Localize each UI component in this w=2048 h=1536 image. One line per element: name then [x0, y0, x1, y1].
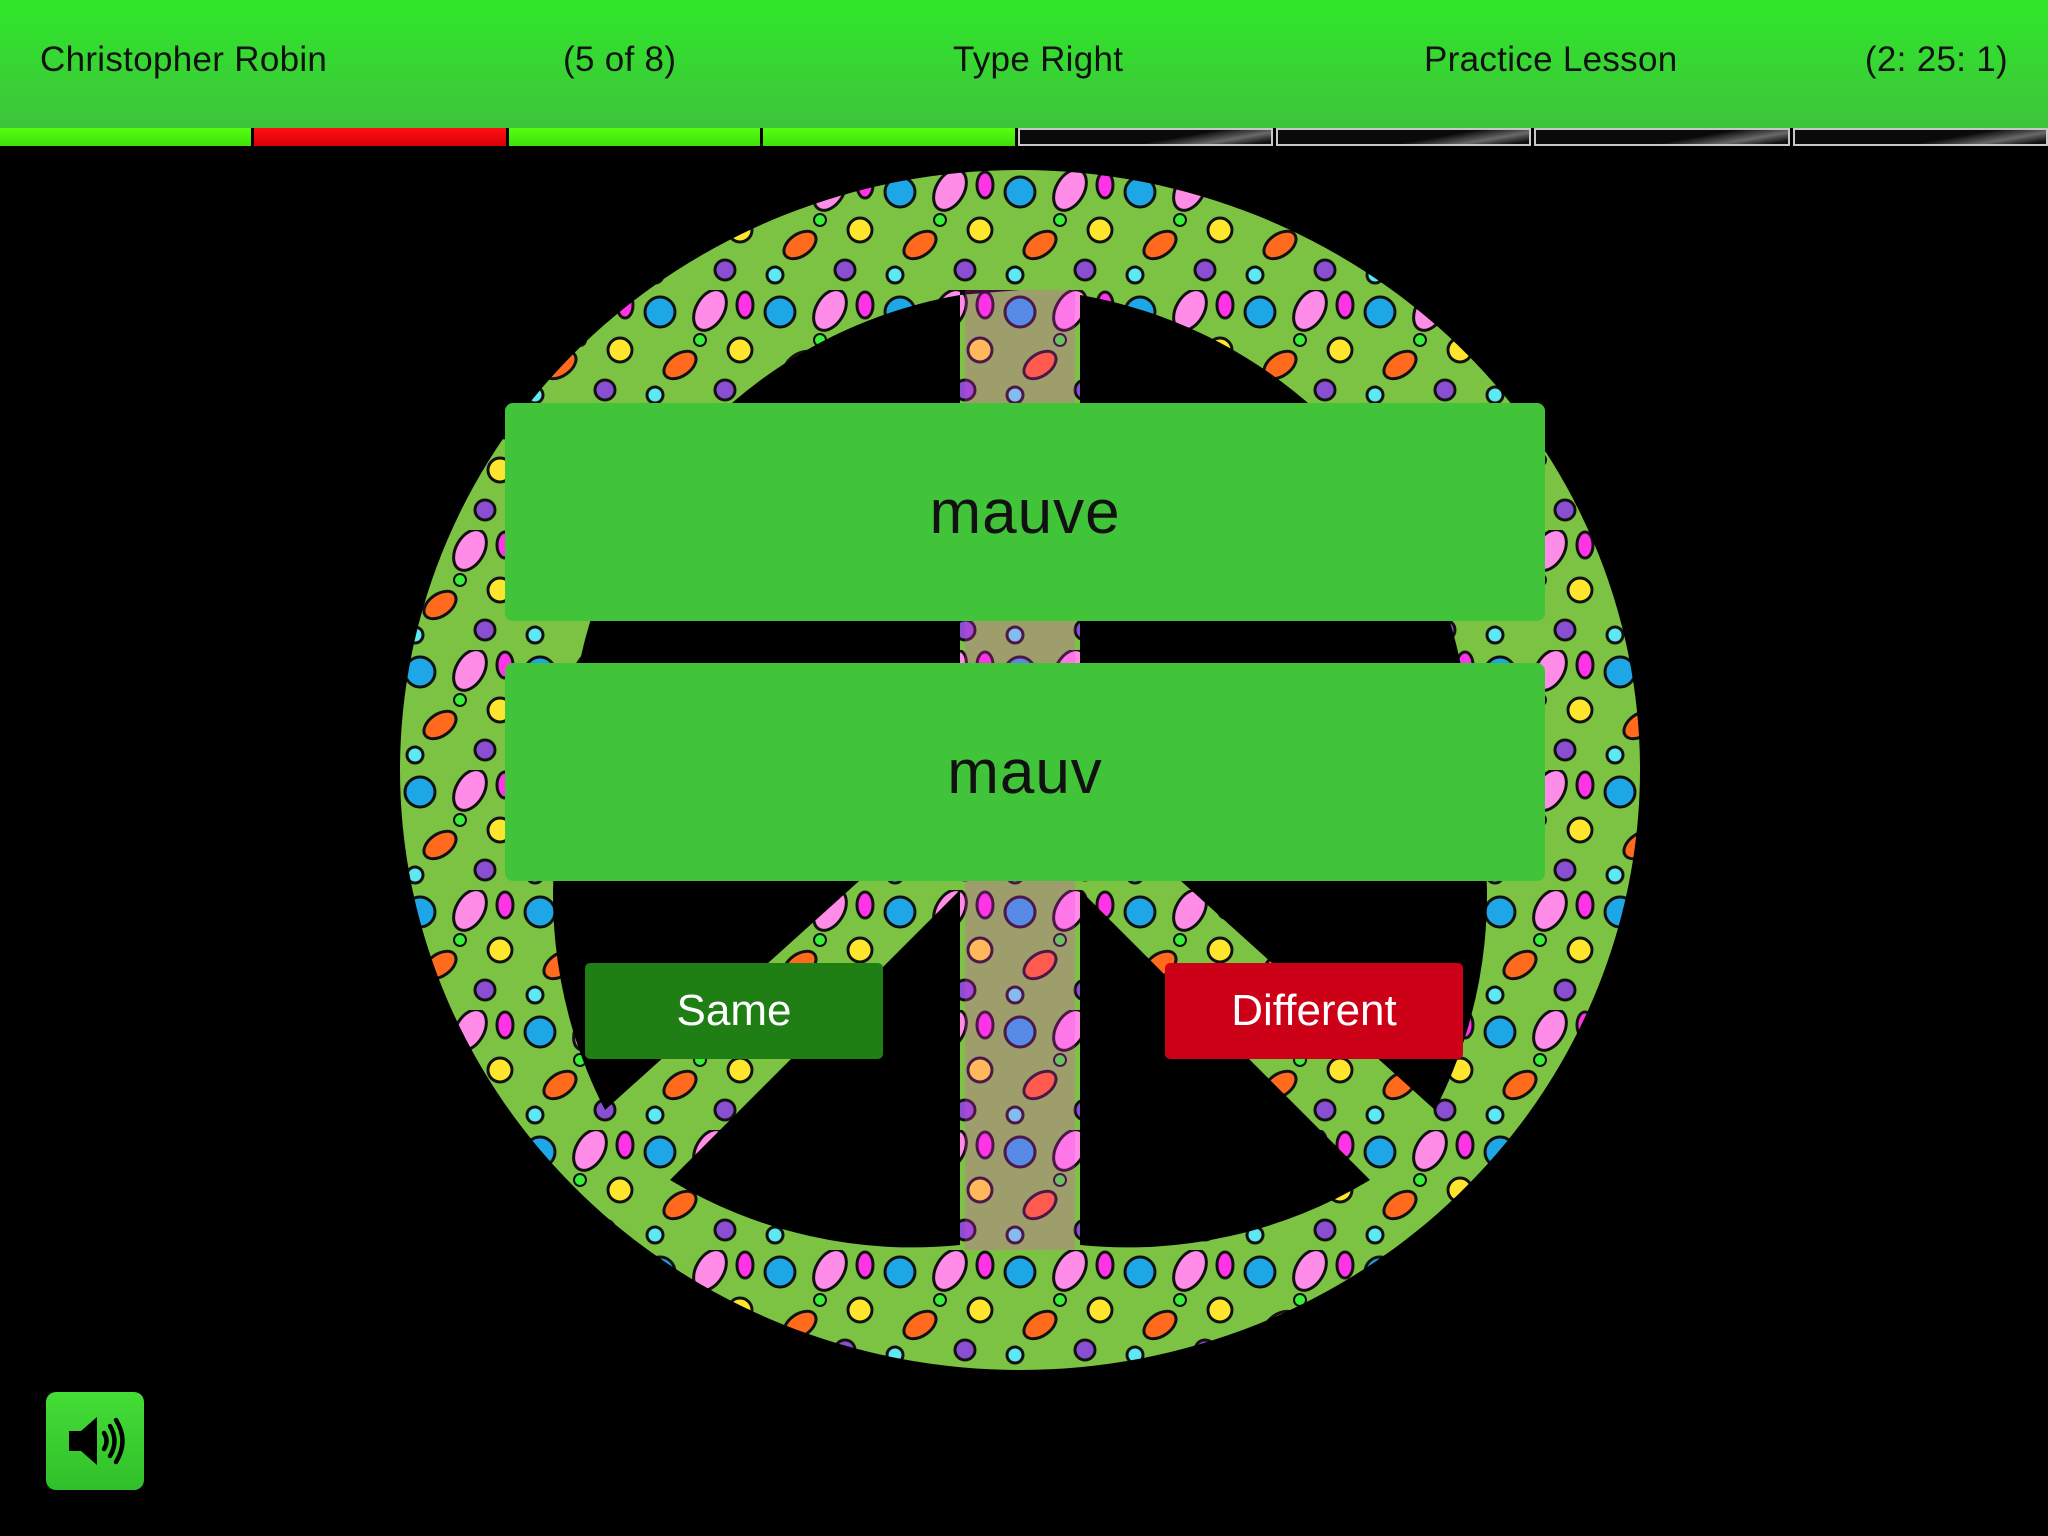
progress-segment-1-correct: [0, 128, 252, 146]
target-word-box: mauve: [505, 403, 1545, 621]
lesson-progress-bar: [0, 128, 2048, 148]
progress-segment-7-pending: [1534, 128, 1790, 146]
student-name: Christopher Robin: [40, 40, 328, 79]
progress-segment-2-wrong: [254, 128, 506, 146]
item-counter: (5 of 8): [563, 40, 677, 79]
timer: (2: 25: 1): [1864, 40, 2008, 79]
progress-segment-8-pending: [1792, 128, 2048, 146]
progress-segment-5-pending: [1017, 128, 1273, 146]
lesson-title: Practice Lesson: [1424, 40, 1678, 79]
sound-button[interactable]: [46, 1392, 144, 1490]
speaker-icon: [69, 1417, 125, 1465]
top-header-bar: Christopher Robin (5 of 8) Type Right Pr…: [0, 0, 2048, 128]
different-button[interactable]: Different: [1165, 963, 1463, 1059]
progress-segment-6-pending: [1275, 128, 1532, 146]
progress-segment-3-correct: [508, 128, 761, 146]
typed-word-box: mauv: [505, 663, 1545, 881]
progress-segment-4-correct: [763, 128, 1015, 146]
app-title: Type Right: [953, 40, 1124, 79]
same-button[interactable]: Same: [585, 963, 883, 1059]
